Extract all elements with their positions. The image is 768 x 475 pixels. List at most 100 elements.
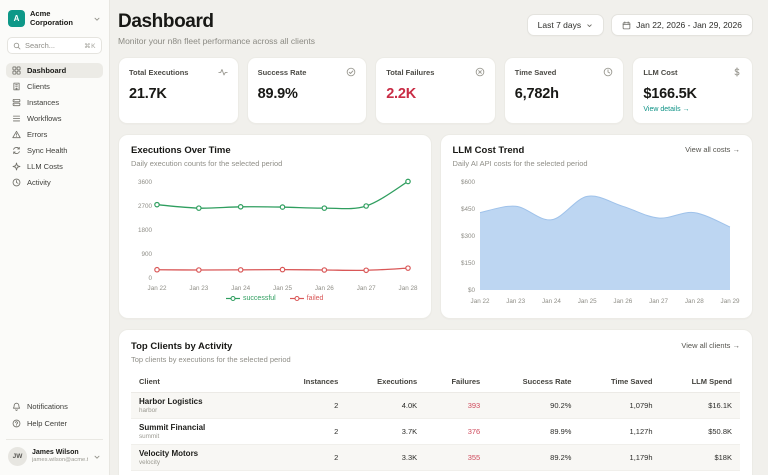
view-all-costs-link[interactable]: View all costs → bbox=[685, 145, 740, 154]
svg-text:900: 900 bbox=[141, 251, 152, 258]
table-header-row: ClientInstancesExecutionsFailuresSuccess… bbox=[131, 371, 740, 393]
range-select[interactable]: Last 7 days bbox=[527, 14, 604, 36]
sidebar-item-clients[interactable]: Clients bbox=[6, 79, 103, 94]
column-header: Time Saved bbox=[579, 371, 660, 393]
llm-cost-chart-card: LLM Cost Trend Daily AI API costs for th… bbox=[440, 134, 754, 319]
activity-pulse-icon bbox=[218, 67, 228, 77]
instances-cell: 2 bbox=[275, 471, 346, 475]
svg-text:0: 0 bbox=[148, 275, 152, 282]
instances-cell: 2 bbox=[275, 419, 346, 445]
svg-text:Jan 24: Jan 24 bbox=[541, 298, 560, 305]
help-circle-icon bbox=[12, 419, 21, 428]
instances-server-icon bbox=[12, 98, 21, 107]
nav-label: Help Center bbox=[27, 419, 67, 428]
header-actions: Last 7 days Jan 22, 2026 - Jan 29, 2026 bbox=[527, 10, 753, 36]
kpi-value: 2.2K bbox=[386, 86, 485, 102]
kpi-label: Total Failures bbox=[386, 68, 434, 77]
time-cell: 1,127h bbox=[579, 419, 660, 445]
sparkle-icon bbox=[12, 162, 21, 171]
calendar-icon bbox=[622, 21, 631, 30]
executions-cell: 3.0K bbox=[346, 471, 425, 475]
workflows-list-icon bbox=[12, 114, 21, 123]
svg-text:Jan 22: Jan 22 bbox=[470, 298, 489, 305]
svg-text:$300: $300 bbox=[460, 233, 475, 240]
sidebar-item-help-center[interactable]: Help Center bbox=[6, 416, 103, 431]
view-all-clients-link[interactable]: View all clients → bbox=[681, 341, 740, 350]
kpi-row: Total Executions 21.7K Success Rate 89.9… bbox=[118, 57, 753, 124]
executions-cell: 4.0K bbox=[346, 393, 425, 419]
sidebar-spacer bbox=[6, 191, 103, 398]
clients-table: ClientInstancesExecutionsFailuresSuccess… bbox=[131, 371, 740, 475]
user-meta: James Wilson james.wilson@acme.test bbox=[32, 449, 88, 464]
client-name: Summit Financial bbox=[139, 423, 267, 432]
kpi-label: Time Saved bbox=[515, 68, 557, 77]
failures-cell: 376 bbox=[425, 419, 488, 445]
org-switcher[interactable]: A Acme Corporation bbox=[6, 6, 103, 32]
svg-text:Jan 22: Jan 22 bbox=[148, 285, 167, 292]
table-row[interactable]: Velocity Motorsvelocity23.3K35589.2%1,17… bbox=[131, 445, 740, 471]
column-header: Instances bbox=[275, 371, 346, 393]
page-header: Dashboard Monitor your n8n fleet perform… bbox=[118, 10, 753, 46]
success-cell: 89.2% bbox=[488, 445, 579, 471]
x-circle-icon bbox=[475, 67, 485, 77]
date-range-button[interactable]: Jan 22, 2026 - Jan 29, 2026 bbox=[611, 14, 753, 36]
time-cell: 802h bbox=[579, 471, 660, 475]
chart-legend: successfulfailed bbox=[131, 295, 419, 302]
chevron-down-icon bbox=[93, 453, 101, 461]
svg-text:$600: $600 bbox=[460, 179, 475, 186]
page-subtitle: Monitor your n8n fleet performance acros… bbox=[118, 36, 315, 46]
nav-label: Notifications bbox=[27, 402, 68, 411]
executions-chart-card: Executions Over Time Daily execution cou… bbox=[118, 134, 432, 319]
sidebar-item-llm-costs[interactable]: LLM Costs bbox=[6, 159, 103, 174]
search-input[interactable]: Search... ⌘K bbox=[7, 37, 102, 54]
svg-text:Jan 27: Jan 27 bbox=[649, 298, 668, 305]
clients-building-icon bbox=[12, 82, 21, 91]
svg-text:$450: $450 bbox=[460, 206, 475, 213]
search-shortcut: ⌘K bbox=[84, 42, 96, 50]
nav-label: Dashboard bbox=[27, 66, 66, 75]
kpi-llm-cost: LLM Cost $166.5K View details → bbox=[632, 57, 753, 124]
sidebar-item-notifications[interactable]: Notifications bbox=[6, 399, 103, 414]
spend-cell: $8,880 bbox=[661, 471, 741, 475]
kpi-label: Total Executions bbox=[129, 68, 188, 77]
legend-item: failed bbox=[290, 295, 324, 302]
instances-cell: 2 bbox=[275, 393, 346, 419]
nav-label: LLM Costs bbox=[27, 162, 63, 171]
client-slug: harbor bbox=[139, 407, 267, 414]
success-cell: 89.9% bbox=[488, 419, 579, 445]
time-cell: 1,079h bbox=[579, 393, 660, 419]
table-row[interactable]: Harbor Logisticsharbor24.0K39390.2%1,079… bbox=[131, 393, 740, 419]
sidebar-item-errors[interactable]: Errors bbox=[6, 127, 103, 142]
kpi-value: 89.9% bbox=[258, 86, 357, 102]
sidebar-item-activity[interactable]: Activity bbox=[6, 175, 103, 190]
user-menu[interactable]: JW James Wilson james.wilson@acme.test bbox=[6, 446, 103, 467]
llm-cost-area-chart: $0$150$300$450$600Jan 22Jan 23Jan 24Jan … bbox=[453, 174, 740, 308]
svg-text:Jan 23: Jan 23 bbox=[189, 285, 208, 292]
chart-subtitle: Daily execution counts for the selected … bbox=[131, 159, 282, 168]
kpi-time-saved: Time Saved 6,782h bbox=[504, 57, 625, 124]
sidebar-item-dashboard[interactable]: Dashboard bbox=[6, 63, 103, 78]
table-row[interactable]: Summit Financialsummit23.7K37689.9%1,127… bbox=[131, 419, 740, 445]
client-slug: summit bbox=[139, 433, 267, 440]
kpi-label: Success Rate bbox=[258, 68, 307, 77]
nav-label: Workflows bbox=[27, 114, 61, 123]
column-header: Success Rate bbox=[488, 371, 579, 393]
clock-icon bbox=[12, 178, 21, 187]
svg-text:Jan 29: Jan 29 bbox=[720, 298, 739, 305]
date-range-label: Jan 22, 2026 - Jan 29, 2026 bbox=[636, 20, 742, 30]
sidebar-item-sync-health[interactable]: Sync Health bbox=[6, 143, 103, 158]
sidebar-item-instances[interactable]: Instances bbox=[6, 95, 103, 110]
sidebar-item-workflows[interactable]: Workflows bbox=[6, 111, 103, 126]
bell-icon bbox=[12, 402, 21, 411]
avatar: JW bbox=[8, 447, 27, 466]
view-details-link[interactable]: View details → bbox=[643, 106, 742, 113]
column-header: Client bbox=[131, 371, 275, 393]
table-row[interactable]: Bright Ideas Marketingbrightideas23.0K28… bbox=[131, 471, 740, 475]
dollar-icon bbox=[732, 67, 742, 77]
chart-title: Executions Over Time bbox=[131, 145, 282, 156]
chevron-down-icon bbox=[93, 15, 101, 23]
table-subtitle: Top clients by executions for the select… bbox=[131, 355, 291, 364]
legend-marker-icon bbox=[290, 295, 304, 302]
top-clients-card: Top Clients by Activity Top clients by e… bbox=[118, 329, 753, 475]
page-title: Dashboard bbox=[118, 11, 315, 33]
